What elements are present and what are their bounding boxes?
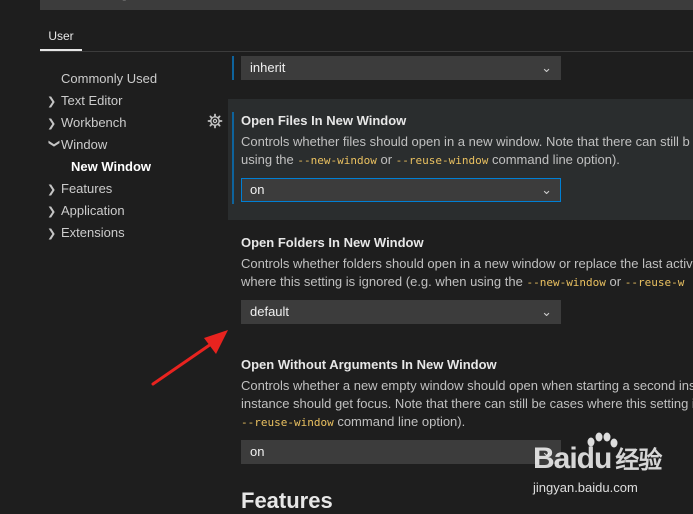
chevron-down-icon: ⌄	[541, 304, 552, 319]
tab-user[interactable]: User	[40, 27, 82, 51]
description-line: where this setting is ignored (e.g. when…	[241, 273, 693, 292]
open-files-dropdown[interactable]: on ⌄	[241, 178, 561, 202]
setting-modified-indicator	[232, 112, 234, 204]
toc-item-label: Window	[61, 137, 108, 152]
gear-icon[interactable]	[207, 113, 223, 129]
description-text: or	[605, 274, 625, 289]
open-folders-dropdown[interactable]: default ⌄	[241, 300, 561, 324]
toc-item-label: Commonly Used	[61, 71, 158, 86]
toc-item-workbench[interactable]: ❯ Workbench	[47, 113, 127, 133]
description-text: command line option).	[333, 414, 466, 429]
description-line: Controls whether folders should open in …	[241, 256, 693, 271]
code-snippet: --reuse-window	[241, 416, 334, 429]
toc-item-commonly-used[interactable]: Commonly Used	[47, 69, 157, 89]
toc-item-extensions[interactable]: ❯ Extensions	[47, 223, 125, 243]
search-settings-input[interactable]: Search settings	[40, 0, 693, 10]
description-text: or	[376, 152, 396, 167]
setting-description: Controls whether folders should open in …	[241, 255, 693, 292]
setting-title: Open Without Arguments In New Window	[241, 357, 497, 372]
code-snippet: --reuse-w	[624, 276, 685, 289]
toc-item-application[interactable]: ❯ Application	[47, 201, 125, 221]
watermark-url: jingyan.baidu.com	[533, 480, 638, 495]
toc-item-label: Extensions	[61, 225, 125, 240]
toc-item-label: Features	[61, 181, 113, 196]
baidu-watermark: Baidu 经验 jingyan.baidu.com	[529, 432, 693, 511]
tabs-divider	[40, 51, 693, 52]
paw-icon	[587, 432, 618, 448]
description-line: using the --new-window or --reuse-window…	[241, 151, 693, 170]
previous-setting-modified-bar	[232, 56, 234, 80]
description-text: where this setting is ignored (e.g. when…	[241, 274, 527, 289]
chevron-right-icon: ❯	[47, 184, 57, 196]
toc-item-new-window[interactable]: New Window	[71, 157, 151, 177]
previous-setting-dropdown[interactable]: inherit ⌄	[241, 56, 561, 80]
dropdown-value: on	[250, 182, 265, 197]
dropdown-value: on	[250, 444, 265, 459]
chevron-right-icon: ❯	[47, 228, 57, 240]
open-without-arguments-dropdown[interactable]: on ⌄	[241, 440, 561, 464]
chevron-down-icon: ❯	[48, 139, 60, 149]
setting-description: Controls whether files should open in a …	[241, 133, 693, 170]
setting-title: Open Folders In New Window	[241, 235, 424, 250]
code-snippet: --new-window	[526, 276, 606, 289]
description-line: instance should get focus. Note that the…	[241, 396, 693, 411]
chevron-right-icon: ❯	[47, 206, 57, 218]
section-heading-features: Features	[241, 488, 333, 513]
toc-item-label: Text Editor	[61, 93, 123, 108]
description-line: Controls whether files should open in a …	[241, 134, 690, 149]
chevron-down-icon: ⌄	[541, 182, 552, 197]
toc-item-label: Application	[61, 203, 125, 218]
description-line: --reuse-window command line option).	[241, 413, 693, 432]
toc-item-window[interactable]: ❯Window	[47, 135, 107, 155]
dropdown-value: default	[250, 304, 290, 319]
description-line: Controls whether a new empty window shou…	[241, 378, 693, 393]
dropdown-value: inherit	[250, 60, 286, 75]
setting-description: Controls whether a new empty window shou…	[241, 377, 693, 432]
description-text: command line option).	[488, 152, 620, 167]
setting-title: Open Files In New Window	[241, 113, 407, 128]
code-snippet: --new-window	[297, 154, 377, 167]
annotation-arrow-icon	[151, 330, 228, 386]
chevron-down-icon: ⌄	[541, 60, 552, 75]
code-snippet: --reuse-window	[395, 154, 489, 167]
chevron-right-icon: ❯	[47, 118, 57, 130]
toc-item-label: New Window	[71, 159, 152, 174]
toc-item-label: Workbench	[61, 115, 127, 130]
toc-item-features[interactable]: ❯ Features	[47, 179, 112, 199]
toc-item-text-editor[interactable]: ❯ Text Editor	[47, 91, 122, 111]
chevron-right-icon: ❯	[47, 96, 57, 108]
description-text: using the	[241, 152, 298, 167]
